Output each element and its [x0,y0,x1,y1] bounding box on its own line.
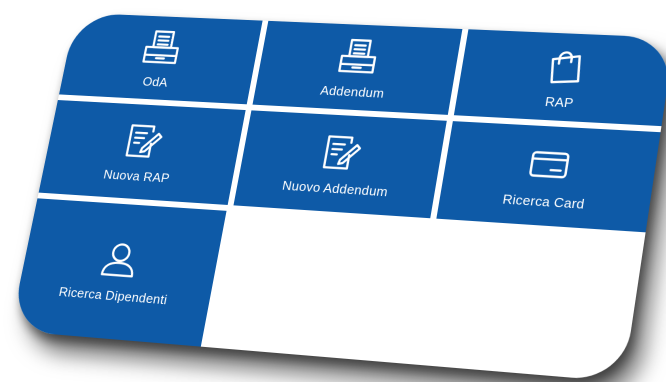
shopping-bag-icon [540,44,590,87]
tile-addendum[interactable]: Addendum [253,21,463,115]
credit-card-icon [524,142,574,187]
tile-nuova-rap[interactable]: Nuova RAP [39,100,246,205]
tile-label: Nuova RAP [102,166,171,185]
tile-label: Nuovo Addendum [281,177,389,198]
edit-document-icon [120,120,167,162]
tile-oda[interactable]: OdA [59,13,263,105]
tray-document-icon [334,35,383,77]
menu-card: OdA Addendum RAP Nuova RAP Nuovo Addendu… [10,13,666,382]
tile-ricerca-card[interactable]: Ricerca Card [436,121,660,232]
tile-label: Ricerca Dipendenti [58,284,169,307]
tray-document-icon [139,27,186,68]
tile-grid: OdA Addendum RAP Nuova RAP Nuovo Addendu… [10,13,666,382]
tile-nuovo-addendum[interactable]: Nuovo Addendum [233,110,446,218]
tile-label: OdA [141,74,169,89]
tile-label: Addendum [319,82,385,100]
tile-label: Ricerca Card [502,191,586,211]
tile-label: RAP [544,94,575,110]
tile-rap[interactable]: RAP [454,29,666,126]
user-icon [96,238,144,282]
tile-ricerca-dipendenti[interactable]: Ricerca Dipendenti [10,198,227,346]
edit-document-icon [317,130,366,174]
menu-card-wrapper: OdA Addendum RAP Nuova RAP Nuovo Addendu… [0,0,666,382]
screenshot-stage: OdA Addendum RAP Nuova RAP Nuovo Addendu… [0,0,666,382]
